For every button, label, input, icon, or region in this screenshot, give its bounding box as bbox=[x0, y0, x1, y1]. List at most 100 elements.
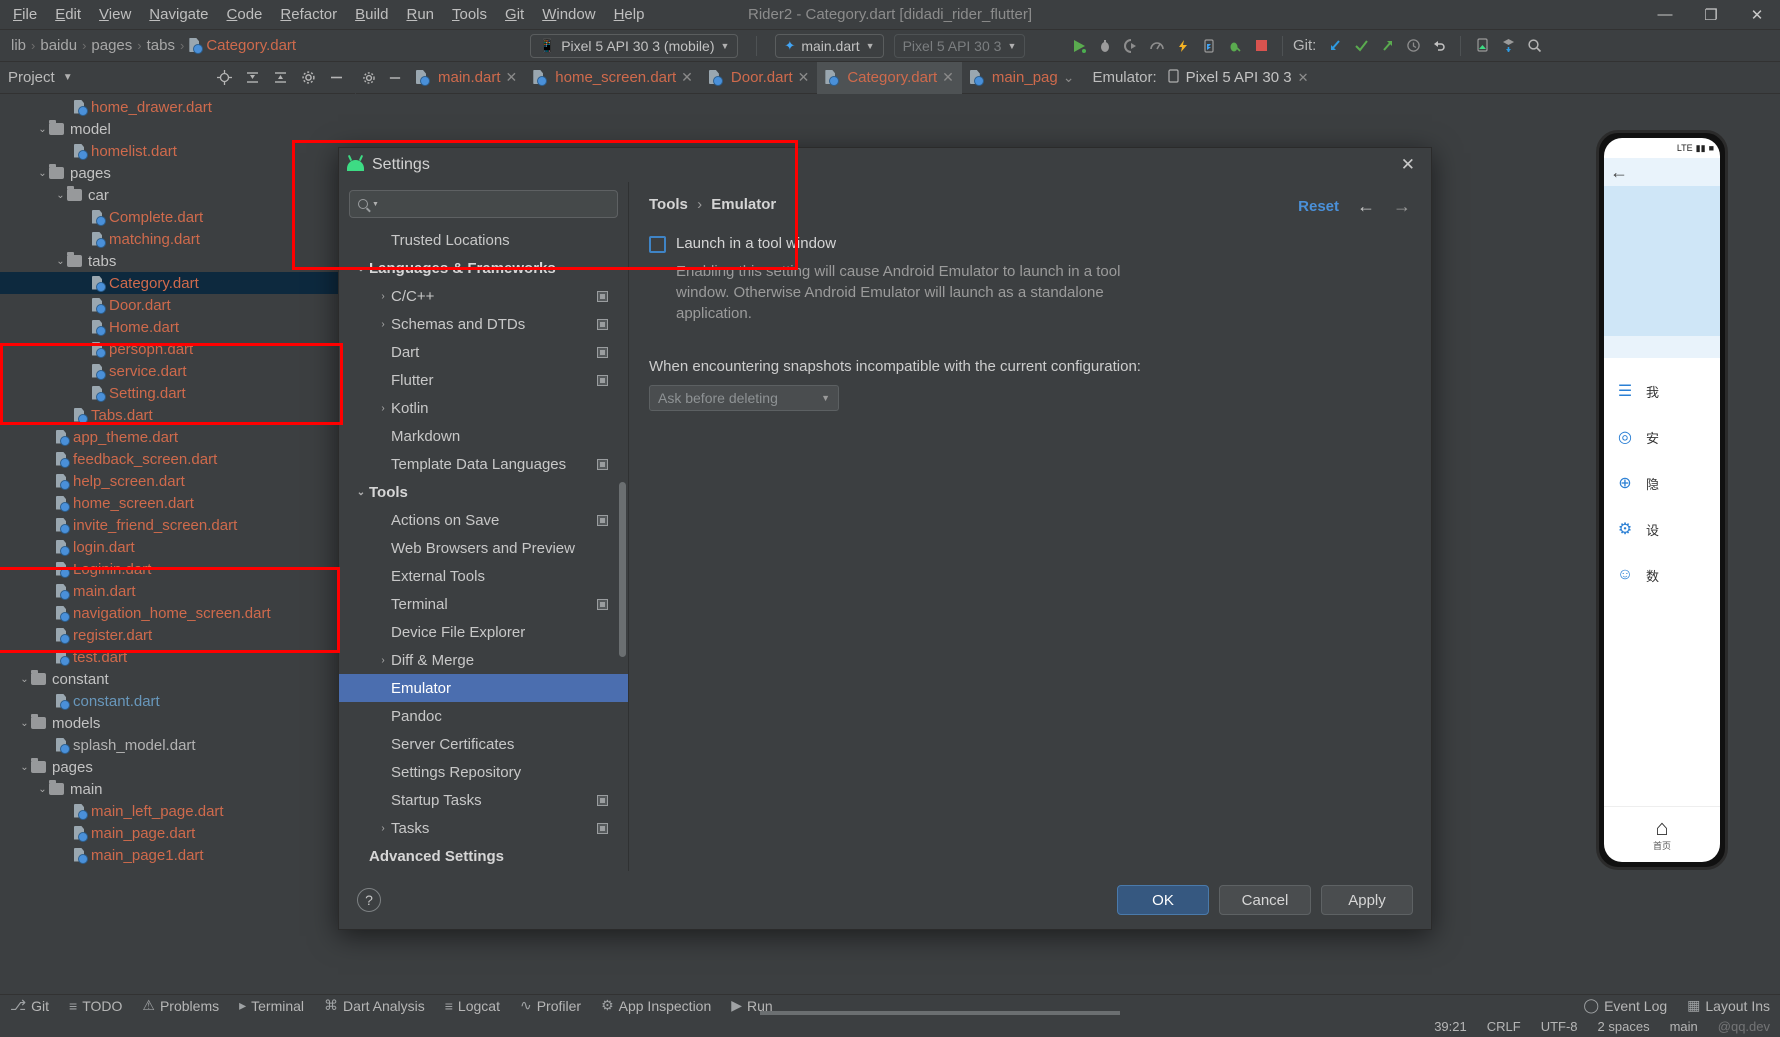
tree-file-row[interactable]: Category.dart bbox=[0, 272, 355, 294]
settings-tree-item-kotlin[interactable]: › Kotlin bbox=[339, 394, 628, 422]
tree-file-row[interactable]: Complete.dart bbox=[0, 206, 355, 228]
breadcrumb-item[interactable]: tabs bbox=[144, 37, 178, 54]
breadcrumb-item[interactable]: pages bbox=[88, 37, 135, 54]
tree-file-row[interactable]: Tabs.dart bbox=[0, 404, 355, 426]
flutter-device-icon[interactable] bbox=[1196, 34, 1222, 58]
menu-item-help[interactable]: Help bbox=[605, 3, 654, 26]
settings-tree-item-tasks[interactable]: › Tasks bbox=[339, 814, 628, 842]
tree-file-row[interactable]: login.dart bbox=[0, 536, 355, 558]
tree-file-row[interactable]: main.dart bbox=[0, 580, 355, 602]
chevron-right-icon[interactable]: › bbox=[375, 291, 391, 302]
menu-item-refactor[interactable]: Refactor bbox=[271, 3, 346, 26]
flutter-attach-icon[interactable] bbox=[1222, 34, 1248, 58]
chevron-down-icon[interactable]: ⌄ bbox=[18, 674, 31, 685]
settings-search-box[interactable]: ▼ bbox=[349, 190, 618, 218]
tree-file-row[interactable]: Home.dart bbox=[0, 316, 355, 338]
settings-tree-item-markdown[interactable]: Markdown bbox=[339, 422, 628, 450]
tree-file-row[interactable]: main_page.dart bbox=[0, 822, 355, 844]
chevron-down-icon[interactable]: ⌄ bbox=[54, 256, 67, 267]
emulator-screen[interactable]: LTE ▮▮ ■ ← ☰ 我 ◎ 安 ⊕ 隐 ⚙ 设 ☺ 数 ⌂ 首页 bbox=[1604, 138, 1720, 862]
settings-tree-item-c-c-[interactable]: › C/C++ bbox=[339, 282, 628, 310]
rollback-icon[interactable] bbox=[1426, 34, 1452, 58]
close-icon[interactable]: ✕ bbox=[942, 69, 954, 86]
menu-item-edit[interactable]: Edit bbox=[46, 3, 90, 26]
horizontal-scrollbar[interactable] bbox=[760, 1011, 1120, 1015]
close-button[interactable]: ✕ bbox=[1734, 0, 1780, 30]
forward-arrow-icon[interactable]: → bbox=[1393, 196, 1411, 217]
status-item-app-inspection[interactable]: ⚙ App Inspection bbox=[591, 997, 721, 1014]
settings-tree-item-advanced-settings[interactable]: Advanced Settings bbox=[339, 842, 628, 870]
hide-icon[interactable] bbox=[323, 66, 349, 90]
chevron-down-icon[interactable]: ▼ bbox=[63, 72, 73, 83]
settings-tree-item-actions-on-save[interactable]: Actions on Save bbox=[339, 506, 628, 534]
breadcrumb-item[interactable]: lib bbox=[8, 37, 29, 54]
settings-tree-item-trusted-locations[interactable]: Trusted Locations bbox=[339, 226, 628, 254]
tree-file-row[interactable]: register.dart bbox=[0, 624, 355, 646]
device-list-item[interactable]: ☰ 我 bbox=[1604, 368, 1720, 414]
settings-tree-item-external-tools[interactable]: External Tools bbox=[339, 562, 628, 590]
chevron-right-icon[interactable]: › bbox=[375, 823, 391, 834]
tree-file-row[interactable]: main_page1.dart bbox=[0, 844, 355, 866]
launch-tool-window-checkbox[interactable] bbox=[649, 236, 666, 253]
settings-tree[interactable]: Trusted Locations ⌄ Languages & Frameworks… bbox=[339, 226, 628, 871]
settings-tree-item-server-certificates[interactable]: Server Certificates bbox=[339, 730, 628, 758]
tree-file-row[interactable]: constant.dart bbox=[0, 690, 355, 712]
status-item-terminal[interactable]: ▸ Terminal bbox=[229, 997, 314, 1014]
tree-file-row[interactable]: help_screen.dart bbox=[0, 470, 355, 492]
push-icon[interactable] bbox=[1374, 34, 1400, 58]
commit-icon[interactable] bbox=[1348, 34, 1374, 58]
device-list-item[interactable]: ◎ 安 bbox=[1604, 414, 1720, 460]
settings-tree-item-terminal[interactable]: Terminal bbox=[339, 590, 628, 618]
tree-file-row[interactable]: home_screen.dart bbox=[0, 492, 355, 514]
status-item-git[interactable]: ⎇ Git bbox=[0, 997, 59, 1014]
device-list-item[interactable]: ⚙ 设 bbox=[1604, 506, 1720, 552]
tree-folder-row[interactable]: ⌄ model bbox=[0, 118, 355, 140]
breadcrumb-active-file[interactable]: Category.dart bbox=[186, 37, 299, 54]
run-icon[interactable] bbox=[1066, 34, 1092, 58]
menu-item-git[interactable]: Git bbox=[496, 3, 533, 26]
maximize-button[interactable]: ❐ bbox=[1688, 0, 1734, 30]
tree-file-row[interactable]: persopn.dart bbox=[0, 338, 355, 360]
settings-tree-item-device-file-explorer[interactable]: Device File Explorer bbox=[339, 618, 628, 646]
file-encoding[interactable]: UTF-8 bbox=[1531, 1019, 1588, 1034]
tree-file-row[interactable]: splash_model.dart bbox=[0, 734, 355, 756]
breadcrumb-parent[interactable]: Tools bbox=[649, 196, 688, 213]
settings-tree-item-web-browsers-and-preview[interactable]: Web Browsers and Preview bbox=[339, 534, 628, 562]
tree-file-row[interactable]: app_theme.dart bbox=[0, 426, 355, 448]
apply-button[interactable]: Apply bbox=[1321, 885, 1413, 915]
tree-folder-row[interactable]: ⌄ pages bbox=[0, 756, 355, 778]
settings-tree-scrollbar[interactable] bbox=[619, 482, 626, 657]
launch-tool-window-row[interactable]: Launch in a tool window bbox=[649, 235, 1411, 253]
line-separator[interactable]: CRLF bbox=[1477, 1019, 1531, 1034]
tree-folder-row[interactable]: ⌄ models bbox=[0, 712, 355, 734]
menu-item-run[interactable]: Run bbox=[397, 3, 443, 26]
snapshot-action-select[interactable]: Ask before deleting ▼ bbox=[649, 385, 839, 411]
tree-folder-row[interactable]: ⌄ constant bbox=[0, 668, 355, 690]
settings-tree-item-template-data-languages[interactable]: Template Data Languages bbox=[339, 450, 628, 478]
home-icon[interactable]: ⌂ bbox=[1655, 817, 1668, 839]
caret-position[interactable]: 39:21 bbox=[1424, 1019, 1477, 1034]
gear-icon[interactable] bbox=[356, 65, 382, 91]
editor-tab[interactable]: main.dart ✕ bbox=[408, 62, 525, 94]
back-arrow-icon[interactable]: ← bbox=[1357, 196, 1375, 217]
tree-file-row[interactable]: feedback_screen.dart bbox=[0, 448, 355, 470]
project-tree[interactable]: home_drawer.dart ⌄ model homelist.dart ⌄ page… bbox=[0, 94, 355, 994]
status-item-layout-ins[interactable]: ▦ Layout Ins bbox=[1677, 997, 1780, 1014]
history-icon[interactable] bbox=[1400, 34, 1426, 58]
settings-tree-item-emulator[interactable]: Emulator bbox=[339, 674, 628, 702]
tree-folder-row[interactable]: ⌄ car bbox=[0, 184, 355, 206]
settings-tree-item-experimental[interactable]: Experimental bbox=[339, 870, 628, 871]
status-item-problems[interactable]: ⚠ Problems bbox=[132, 997, 229, 1014]
tree-file-row[interactable]: Setting.dart bbox=[0, 382, 355, 404]
settings-dialog[interactable]: Settings ✕ ▼ Trusted Locations ⌄ Languages… bbox=[338, 147, 1432, 930]
settings-tree-item-flutter[interactable]: Flutter bbox=[339, 366, 628, 394]
close-icon[interactable]: ✕ bbox=[681, 69, 693, 86]
status-item-event-log[interactable]: ◯ Event Log bbox=[1573, 997, 1677, 1014]
settings-tree-item-schemas-and-dtds[interactable]: › Schemas and DTDs bbox=[339, 310, 628, 338]
settings-tree-item-languages-frameworks[interactable]: ⌄ Languages & Frameworks bbox=[339, 254, 628, 282]
close-icon[interactable]: ✕ bbox=[506, 69, 518, 86]
chevron-right-icon[interactable]: › bbox=[375, 319, 391, 330]
chevron-down-icon[interactable]: ⌄ bbox=[353, 487, 369, 498]
device-selector[interactable]: 📱 Pixel 5 API 30 3 (mobile) ▼ bbox=[530, 33, 739, 58]
chevron-down-icon[interactable]: ⌄ bbox=[353, 263, 369, 274]
